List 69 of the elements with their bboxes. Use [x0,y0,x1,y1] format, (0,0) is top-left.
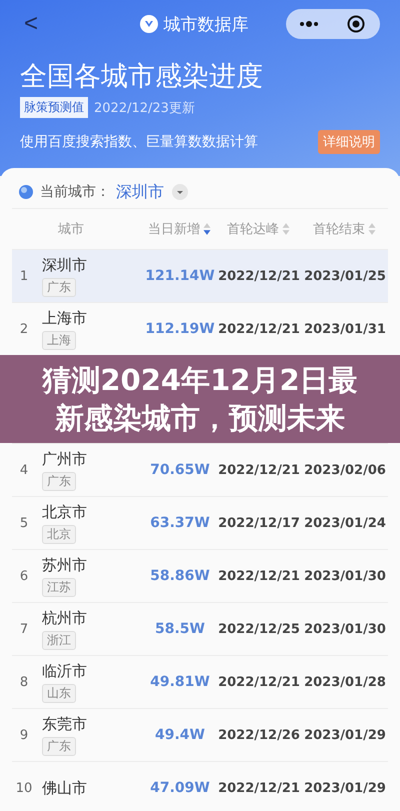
rank: 2 [18,322,30,336]
city-name: 佛山市 [42,778,87,798]
rank: 7 [18,622,30,636]
daily-new: 49.4W [154,727,206,743]
city-name: 广州市 [42,450,87,468]
province-tag: 山东 [42,684,76,702]
caret-icon [172,184,188,200]
peak-date: 2022/12/21 [217,462,301,478]
end-date: 2023/01/24 [303,516,387,530]
province-tag: 江苏 [42,578,76,596]
rank: 5 [18,516,30,530]
end-date: 2023/02/06 [303,462,387,478]
nav-title: 城市数据库 [140,12,248,36]
rank: 6 [18,568,30,584]
city-name: 上海市 [42,308,87,328]
table-row[interactable]: 10 佛山市 47.09W 2022/12/21 2023/01/29 [12,761,388,811]
rank: 10 [14,780,34,796]
daily-new: 112.19W [144,321,216,337]
city-name: 苏州市 [42,556,87,574]
province-tag: 广东 [42,736,76,756]
daily-new: 58.5W [154,621,206,637]
column-header: 城市 [57,221,85,238]
peak-date: 2022/12/21 [217,780,301,796]
peak-date: 2022/12/21 [217,568,301,584]
daily-new: 49.81W [149,674,211,690]
province-tag: 北京 [42,524,76,544]
province-tag: 广东 [42,278,76,296]
globe-icon [18,184,34,200]
end-date: 2023/01/30 [303,622,387,636]
end-date: 2023/01/29 [303,780,387,796]
page-title: 全国各城市感染进度 [20,60,264,94]
daily-new: 63.37W [149,515,211,531]
update-date: 2022/12/23更新 [94,100,195,116]
rank: 8 [18,674,30,690]
end-date: 2023/01/25 [303,268,387,284]
city-label: 当前城市： [40,183,110,201]
headline-text: 猜测2024年12月2日最 [42,362,358,399]
headline-text: 新感染城市，预测未来 [55,400,345,437]
province-tag: 广东 [42,472,76,490]
target-icon [347,15,366,33]
rank: 4 [18,462,30,478]
peak-date: 2022/12/21 [217,268,301,284]
end-date: 2023/01/29 [303,728,387,742]
rank: 9 [18,728,30,742]
end-date: 2023/01/31 [303,322,387,336]
daily-new: 47.09W [149,780,211,796]
city-name: 临沂市 [42,662,87,680]
daily-new: 70.65W [149,462,211,478]
city-dropdown[interactable]: 深圳市 [116,182,188,202]
rank: 1 [18,268,30,284]
logo-icon [140,15,158,33]
peak-date: 2022/12/26 [217,728,301,742]
city-name: 深圳市 [42,256,87,274]
peak-date: 2022/12/21 [217,674,301,690]
peak-date: 2022/12/21 [217,322,301,336]
daily-new: 121.14W [144,268,216,284]
peak-date: 2022/12/25 [217,622,301,636]
daily-new: 58.86W [149,568,211,584]
end-date: 2023/01/30 [303,568,387,584]
city-name: 东莞市 [42,714,87,734]
city-name: 杭州市 [42,608,87,628]
source-tag: 脉策预测值 [20,97,88,118]
more-icon [299,21,320,27]
description: 使用百度搜索指数、巨量算数数据计算 [20,133,258,151]
city-name: 北京市 [42,502,87,522]
peak-date: 2022/12/17 [217,516,301,530]
province-tag: 浙江 [42,630,76,650]
end-date: 2023/01/28 [303,674,387,690]
province-tag: 上海 [42,330,76,350]
